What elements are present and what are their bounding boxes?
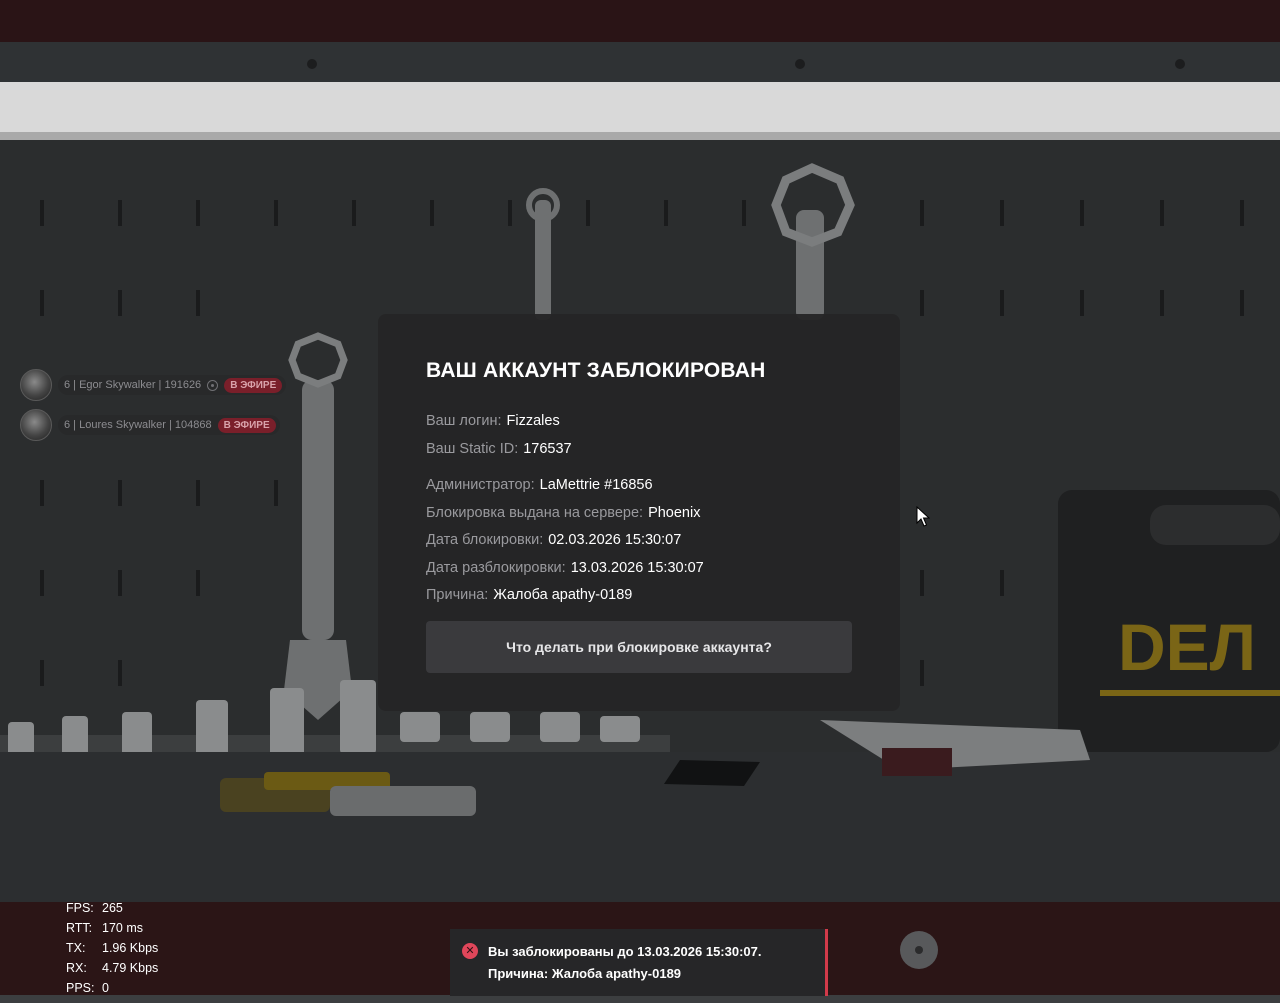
network-stats: FPS: 265 RTT: 170 ms TX: 1.96 Kbps RX: 4.79 … [66,898,158,998]
stat-value: 1.96 Kbps [102,941,159,955]
voice-item: 6 | Egor Skywalker | 191626 В ЭФИРЕ [20,368,287,402]
ban-date-row: Дата блокировки: 02.03.2026 15:30:07 [426,531,852,549]
static-id-label: Ваш Static ID: [426,440,519,457]
admin-value: LaMettrie #16856 [539,477,653,493]
unban-date-value: 13.03.2026 15:30:07 [570,559,704,576]
static-id-value: 176537 [523,440,572,457]
reason-label: Причина: [426,587,489,603]
ceiling-rail [0,42,1280,82]
login-label: Ваш логин: [426,413,502,429]
help-button[interactable]: Что делать при блокировке аккаунта? [426,621,852,673]
live-badge: В ЭФИРЕ [217,417,276,433]
ban-modal: ВАШ АККАУНТ ЗАБЛОКИРОВАН Ваш логин: Fizza… [378,314,900,711]
avatar [20,369,52,401]
modal-title: ВАШ АККАУНТ ЗАБЛОКИРОВАН [426,359,766,382]
close-circle-icon: ✕ [462,943,478,959]
stat-value: 265 [102,901,123,915]
admin-label: Администратор: [426,477,535,493]
voice-pill: 6 | Egor Skywalker | 191626 В ЭФИРЕ [58,375,287,395]
admin-row: Администратор: LaMettrie #16856 [426,476,852,494]
stat-label: RX: [66,961,87,975]
stat-label: TX: [66,941,86,955]
stat-pps: PPS: 0 [66,978,158,998]
ban-notification: ✕ Вы заблокированы до 13.03.2026 15:30:0… [450,929,828,996]
ban-date-label: Дата блокировки: [426,532,544,548]
stat-value: 0 [102,981,109,995]
notification-text: Вы заблокированы до 13.03.2026 15:30:07.… [488,944,762,981]
live-badge: В ЭФИРЕ [224,377,283,393]
stat-value: 4.79 Kbps [102,961,159,975]
voice-item: 6 | Loures Skywalker | 104868 В ЭФИРЕ [20,408,286,442]
toolbox-brand: DEЛ [1118,610,1256,684]
unban-date-row: Дата разблокировки: 13.03.2026 15:30:07 [426,559,852,577]
workbench [0,752,1280,902]
server-value: Phoenix [648,504,701,521]
stat-fps: FPS: 265 [66,898,158,918]
login-value: Fizzales [506,413,560,429]
stat-label: FPS: [66,901,94,915]
voice-player-label: 6 | Loures Skywalker | 104868 [64,419,212,431]
avatar [20,409,52,441]
login-row: Ваш логин: Fizzales [426,412,852,430]
static-id-row: Ваш Static ID: 176537 [426,440,852,458]
stat-value: 170 ms [102,921,143,935]
unban-date-label: Дата разблокировки: [426,559,566,576]
voice-pill: 6 | Loures Skywalker | 104868 В ЭФИРЕ [58,415,280,435]
top-strip [0,0,1280,42]
mouse-cursor-icon [916,506,930,527]
stat-label: RTT: [66,921,93,935]
stat-label: PPS: [66,981,95,995]
stat-rtt: RTT: 170 ms [66,918,158,938]
server-label: Блокировка выдана на сервере: [426,504,644,521]
stat-tx: TX: 1.96 Kbps [66,938,158,958]
ban-date-value: 02.03.2026 15:30:07 [548,532,682,548]
voice-player-label: 6 | Egor Skywalker | 191626 [64,379,202,391]
stat-rx: RX: 4.79 Kbps [66,958,158,978]
reason-value: Жалоба apathy-0189 [493,587,633,603]
reason-row: Причина: Жалоба apathy-0189 [426,586,852,604]
voice-chat-list: 6 | Egor Skywalker | 191626 В ЭФИРЕ 6 | … [20,368,287,448]
light-bar [0,82,1280,140]
server-row: Блокировка выдана на сервере: Phoenix [426,504,852,522]
eye-icon [207,379,219,391]
game-scene: DEЛ 6 | Egor Skywalker | 191626 В ЭФИРЕ … [0,0,1280,1003]
